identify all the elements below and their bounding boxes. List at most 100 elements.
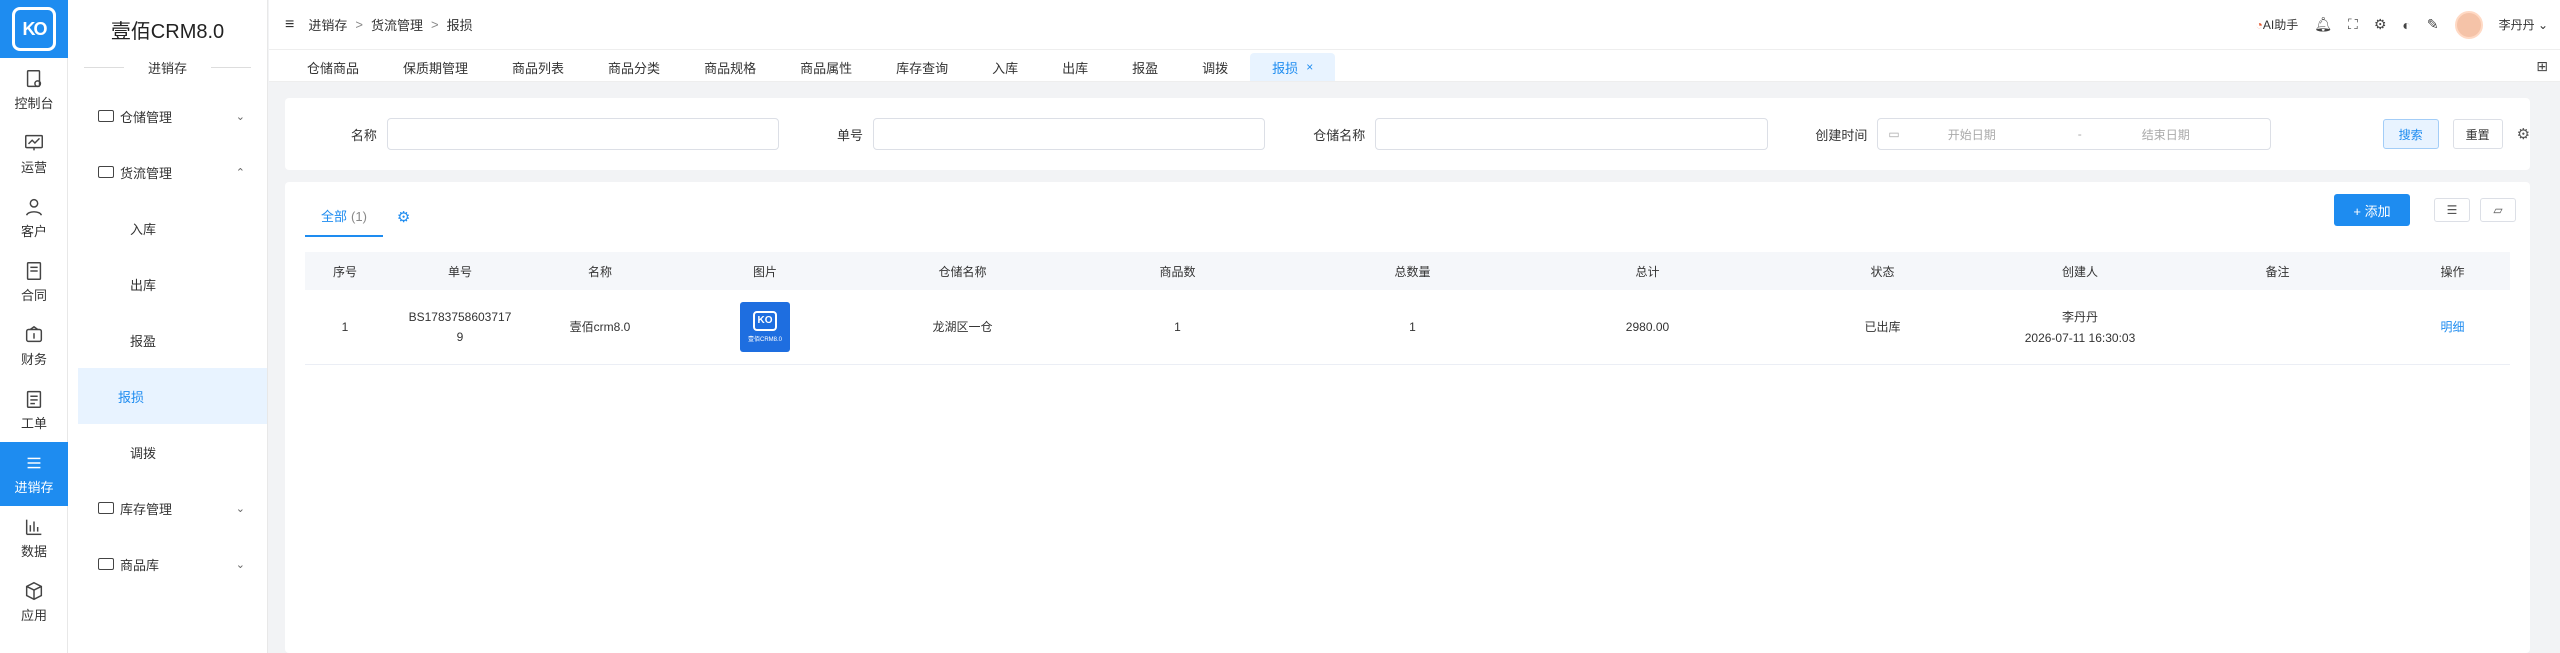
rail-item-finance[interactable]: 财务 [0,314,68,378]
tab-product-attr[interactable]: 商品属性 [778,53,874,81]
menu-item-outbound[interactable]: 出库 [80,256,255,312]
fullscreen-icon[interactable]: ⛶ [2348,16,2358,33]
warehouse-label: 仓储名称 [1313,127,1366,143]
tab-shelf-life[interactable]: 保质期管理 [381,53,490,81]
folder-button[interactable]: ▱ [2480,198,2516,222]
number-input[interactable] [873,118,1266,150]
ai-assistant-label: AI助手 [2262,18,2299,32]
bell-icon[interactable]: 🔔︎ [2314,16,2332,33]
tab-inbound[interactable]: 入库 [970,53,1040,81]
cell-status: 已出库 [1864,320,1901,335]
date-range-picker[interactable]: ▭ 开始日期 - 结束日期 [1877,118,2271,150]
cube-icon [25,581,43,601]
menu-item-surplus[interactable]: 报盈 [80,312,255,368]
contract-icon [26,262,42,280]
chevron-down-icon: ⌄ [235,502,245,515]
tab-all-label: 全部 [321,209,348,224]
menu-group-warehouse[interactable]: 仓储管理 ⌄ [68,88,267,144]
rail-item-contracts[interactable]: 合同 [0,250,68,314]
cell-warehouse: 龙湖区一仓 [932,320,993,335]
rail-label: 客户 [20,224,47,239]
gear-icon[interactable]: ⚙︎ [397,208,410,226]
tab-transfer[interactable]: 调拨 [1180,53,1250,81]
breadcrumb-item[interactable]: 货流管理 [371,15,423,34]
avatar[interactable] [2454,10,2483,39]
rail-item-customers[interactable]: 客户 [0,186,68,250]
user-menu[interactable]: 李丹丹 ⌄ [2499,16,2548,33]
detail-link[interactable]: 明细 [2440,320,2464,334]
menu-group-label: 仓储管理 [120,109,173,125]
folder-icon [98,502,114,514]
tab-warehouse-goods[interactable]: 仓储商品 [285,53,381,81]
theme-icon[interactable]: ◐ [2402,17,2410,33]
settings-icon[interactable]: ⚙︎ [2517,125,2530,143]
search-button[interactable]: 搜索 [2382,119,2439,149]
rail-item-operations[interactable]: 运营 [0,122,68,186]
list-icon [27,457,41,469]
chevron-down-icon: ⌄ [235,110,245,123]
number-line: 9 [456,329,464,344]
language-icon[interactable]: ✎ [2427,16,2439,33]
cell-creator: 李丹丹 2026-07-11 16:30:03 [2000,290,2160,364]
tab-loss[interactable]: 报损 × [1250,53,1336,81]
tab-outbound[interactable]: 出库 [1040,53,1110,81]
app-logo[interactable]: KO [0,0,68,58]
folder-icon [98,166,114,178]
menu-group-label: 库存管理 [120,501,173,517]
top-bar-actions: ◔AI助手 🔔︎ ⛶ ⚙︎ ◐ ✎ 李丹丹 ⌄ [2256,10,2548,39]
settings-icon[interactable]: ⚙︎ [2374,16,2387,33]
tab-surplus[interactable]: 报盈 [1110,53,1180,81]
reset-button[interactable]: 重置 [2452,119,2503,149]
rail-item-tickets[interactable]: 工单 [0,378,68,442]
number-line: BS17837586037​17 [408,309,512,324]
created-at: 2026-07-11 16:30:03 [2024,331,2136,346]
menu-group-flow[interactable]: 货流管理 ⌃ [68,144,267,200]
column-settings-button[interactable]: ☰ [2434,198,2470,222]
menu-item-transfer[interactable]: 调拨 [80,424,255,480]
dashboard-icon [26,70,42,88]
chart-line-icon [25,134,43,151]
tab-product-spec[interactable]: 商品规格 [682,53,778,81]
tab-stock-query[interactable]: 库存查询 [874,53,970,81]
menu-item-inbound[interactable]: 入库 [80,200,255,256]
menu-group-stock[interactable]: 库存管理 ⌄ [68,480,267,536]
cell-number: BS17837586037​17 9 [385,290,535,364]
grid-icon[interactable]: ⊞ [2536,58,2548,75]
secondary-menu: 壹佰CRM8.0 进销存 仓储管理 ⌄ 货流管理 ⌃ 入库 出库 报盈 报损 调… [68,0,268,653]
rail-label: 应用 [20,608,47,623]
table-row[interactable]: 1 BS17837586037​17 9 壹佰crm8.0 KO 壹佰CRM8.0… [305,290,2510,364]
name-label: 名称 [350,127,377,143]
name-input[interactable] [386,118,780,150]
menu-group-products[interactable]: 商品库 ⌄ [68,536,267,592]
breadcrumb-item-current: 报损 [446,18,473,33]
rail-item-dashboard[interactable]: 控制台 [0,58,68,122]
column-header: 商品数 [1159,264,1196,279]
column-header: 单号 [447,264,472,279]
rail-item-apps[interactable]: 应用 [0,570,68,634]
warehouse-input[interactable] [1375,118,1768,150]
menu-item-loss[interactable]: 报损 [78,368,267,424]
menu-toggle-icon[interactable]: ≡ [285,16,294,34]
menu-group-label: 商品库 [120,557,160,573]
tab-product-list[interactable]: 商品列表 [490,53,586,81]
product-thumbnail: KO 壹佰CRM8.0 [740,301,790,352]
cell-index: 1 [341,319,349,334]
close-icon[interactable]: × [1306,60,1313,74]
cell-image[interactable]: KO 壹佰CRM8.0 [665,290,865,364]
rail-label: 财务 [20,352,47,367]
folder-icon: ▱ [2493,203,2503,217]
tab-all[interactable]: 全部 (1) [305,196,383,237]
tab-product-category[interactable]: 商品分类 [586,53,682,81]
rail-item-data[interactable]: 数据 [0,506,68,570]
breadcrumb-separator: > [355,17,363,32]
tab-label: 报损 [1272,60,1299,76]
breadcrumb-item[interactable]: 进销存 [308,15,347,34]
column-header: 总计 [1635,264,1660,279]
add-button[interactable]: + 添加 [2334,194,2410,226]
section-title: 进销存 [68,58,267,76]
rail-item-inventory[interactable]: 进销存 [0,442,68,506]
brand-title: 壹佰CRM8.0 [110,20,225,43]
cell-total-qty: 1 [1409,319,1416,334]
ai-assistant-button[interactable]: ◔AI助手 [2256,16,2299,33]
chevron-up-icon: ⌃ [235,166,245,179]
